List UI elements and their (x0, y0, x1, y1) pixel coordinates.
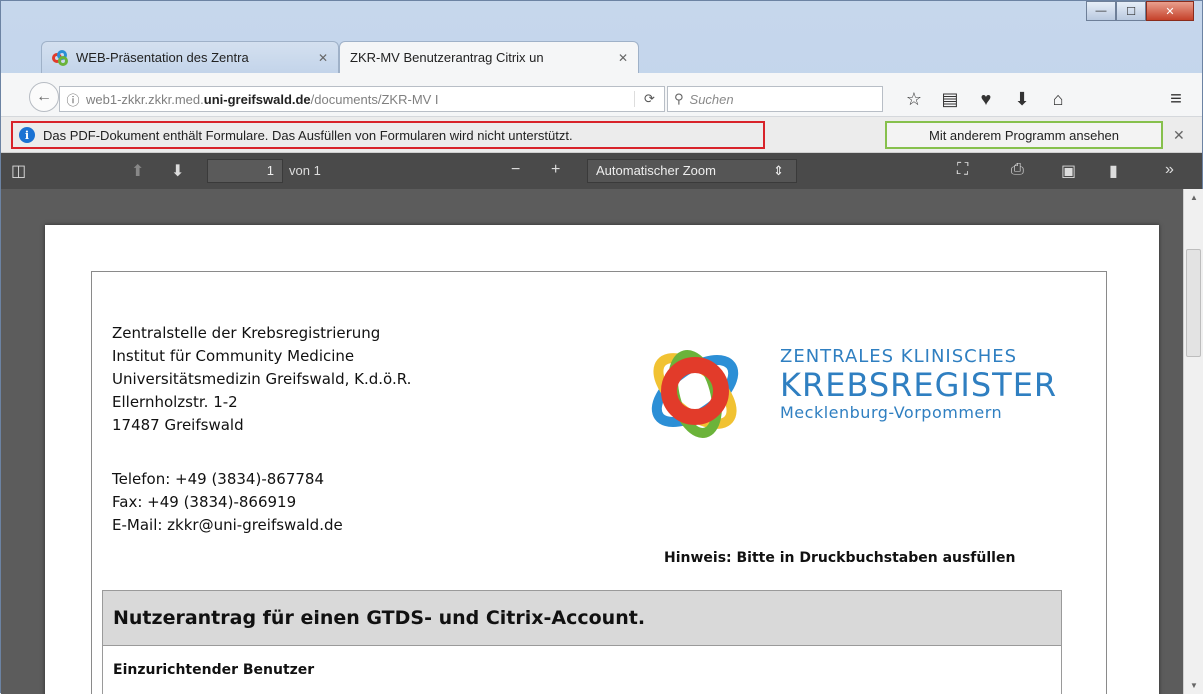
save-icon[interactable]: ▣ (1061, 161, 1076, 181)
subsection-row: Einzurichtender Benutzer (102, 646, 1062, 694)
info-icon: i (19, 127, 35, 143)
arrow-left-icon: ← (36, 88, 52, 105)
pocket-icon[interactable]: ♥ (971, 85, 1001, 113)
hamburger-menu-icon[interactable]: ≡ (1161, 85, 1191, 113)
next-page-icon[interactable]: ⬇ (171, 161, 184, 181)
vertical-scrollbar[interactable]: ▲ ▼ (1183, 189, 1203, 694)
zkkr-favicon-icon (52, 49, 68, 66)
zoom-select[interactable]: Automatischer Zoom ⇕ (587, 159, 797, 183)
notification-text: Das PDF-Dokument enthält Formulare. Das … (43, 127, 573, 143)
address-block: Zentralstelle der Krebsregistrierung Ins… (112, 322, 411, 437)
zoom-in-icon[interactable]: + (551, 161, 560, 179)
contact-line: E-Mail: zkkr@uni-greifswald.de (112, 516, 343, 534)
url-domain: uni-greifswald.de (203, 91, 311, 107)
address-line: 17487 Greifswald (112, 416, 244, 434)
address-line: Zentralstelle der Krebsregistrierung (112, 324, 381, 342)
chevron-updown-icon: ⇕ (773, 163, 784, 178)
sidebar-toggle-icon[interactable]: ◫ (11, 161, 26, 181)
krebsregister-logo-icon (651, 350, 739, 438)
tab-close-icon[interactable]: ✕ (318, 51, 328, 65)
close-window-button[interactable]: ✕ (1146, 1, 1194, 21)
logo-line-1: ZENTRALES KLINISCHES (780, 346, 1018, 367)
subsection-title: Einzurichtender Benutzer (113, 662, 315, 678)
hint-text: Hinweis: Bitte in Druckbuchstaben ausfül… (664, 550, 1016, 566)
scroll-down-icon[interactable]: ▼ (1190, 681, 1198, 690)
notification-message: i Das PDF-Dokument enthält Formulare. Da… (11, 121, 765, 149)
bookmark-icon[interactable]: ▮ (1109, 161, 1118, 181)
page-count-label: von 1 (289, 163, 321, 178)
tab-zkr-mv-benutzerantrag[interactable]: ZKR-MV Benutzerantrag Citrix un ✕ (339, 41, 639, 73)
home-icon[interactable]: ⌂ (1043, 85, 1073, 113)
contact-block: Telefon: +49 (3834)-867784 Fax: +49 (383… (112, 468, 343, 537)
zoom-out-icon[interactable]: − (511, 161, 520, 179)
search-placeholder: Suchen (689, 91, 734, 107)
notification-bar: i Das PDF-Dokument enthält Formulare. Da… (1, 117, 1202, 153)
navigation-bar: ← ⓘ web1-zkkr.zkkr.med.uni-greifswald.de… (1, 73, 1202, 117)
browser-window: — ☐ ✕ WEB-Präsentation des Zentra ✕ ZKR-… (0, 0, 1203, 694)
search-input[interactable]: ⚲ Suchen (667, 86, 883, 112)
window-controls: — ☐ ✕ (1086, 1, 1194, 21)
download-icon[interactable]: ⬇ (1007, 85, 1037, 113)
logo-line-3: Mecklenburg-Vorpommern (780, 403, 1003, 422)
bookmark-star-icon[interactable]: ☆ (899, 85, 929, 113)
title-bar: — ☐ ✕ (1, 1, 1202, 31)
toolbar-icons: ☆ ▤ ♥ ⬇ ⌂ (899, 85, 1073, 113)
pdf-viewer: Zentralstelle der Krebsregistrierung Ins… (1, 189, 1183, 694)
address-line: Universitätsmedizin Greifswald, K.d.ö.R. (112, 370, 412, 388)
tab-strip: WEB-Präsentation des Zentra ✕ ZKR-MV Ben… (1, 37, 1202, 101)
previous-page-icon[interactable]: ⬆ (131, 161, 144, 181)
logo-text: ZENTRALES KLINISCHES KREBSREGISTER Meckl… (780, 346, 1057, 422)
address-line: Institut für Community Medicine (112, 347, 355, 365)
maximize-button[interactable]: ☐ (1116, 1, 1146, 21)
print-icon[interactable]: ⎙ (1011, 161, 1024, 179)
presentation-mode-icon[interactable]: ⛶ (957, 161, 968, 179)
reload-icon[interactable]: ⟳ (634, 91, 664, 107)
open-with-other-program-button[interactable]: Mit anderem Programm ansehen (885, 121, 1163, 149)
tab-label: WEB-Präsentation des Zentra (76, 50, 249, 65)
site-info-icon[interactable]: ⓘ (60, 90, 86, 109)
section-header: Nutzerantrag für einen GTDS- und Citrix-… (102, 590, 1062, 646)
scrollbar-thumb[interactable] (1186, 249, 1201, 357)
url-text: web1-zkkr.zkkr.med.uni-greifswald.de/doc… (86, 91, 439, 107)
document-frame: Zentralstelle der Krebsregistrierung Ins… (91, 271, 1107, 694)
reading-list-icon[interactable]: ▤ (935, 85, 965, 113)
notification-close-icon[interactable]: ✕ (1173, 127, 1185, 144)
minimize-button[interactable]: — (1086, 1, 1116, 21)
page-number-input[interactable]: 1 (207, 159, 283, 183)
logo-line-2: KREBSREGISTER (780, 366, 1058, 404)
tab-label: ZKR-MV Benutzerantrag Citrix un (350, 50, 544, 65)
tab-web-praesentation[interactable]: WEB-Präsentation des Zentra ✕ (41, 41, 339, 73)
pdf-toolbar: ◫ ⬆ ⬇ 1 von 1 − + Automatischer Zoom ⇕ ⛶ … (1, 153, 1202, 189)
address-line: Ellernholzstr. 1-2 (112, 393, 238, 411)
tab-close-icon[interactable]: ✕ (618, 51, 628, 65)
section-title: Nutzerantrag für einen GTDS- und Citrix-… (113, 607, 646, 629)
pdf-page: Zentralstelle der Krebsregistrierung Ins… (45, 225, 1159, 694)
contact-line: Telefon: +49 (3834)-867784 (112, 470, 324, 488)
scroll-up-icon[interactable]: ▲ (1190, 193, 1198, 202)
more-tools-icon[interactable]: » (1165, 161, 1174, 179)
search-icon: ⚲ (674, 91, 684, 106)
url-bar[interactable]: ⓘ web1-zkkr.zkkr.med.uni-greifswald.de/d… (59, 86, 665, 112)
back-button[interactable]: ← (29, 82, 59, 112)
contact-line: Fax: +49 (3834)-866919 (112, 493, 297, 511)
